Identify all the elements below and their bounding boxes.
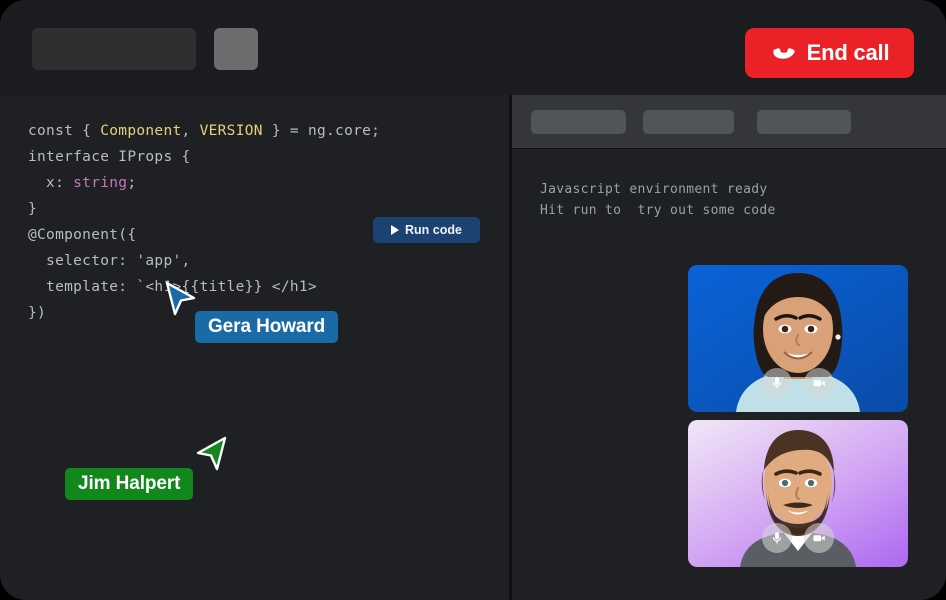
code-line: x: string; — [28, 175, 137, 191]
code-line: interface IProps { — [28, 149, 191, 165]
console-line: Javascript environment ready — [540, 182, 768, 197]
run-code-label: Run code — [405, 223, 462, 237]
camera-icon[interactable] — [804, 368, 834, 398]
video-tile-2-controls — [762, 523, 834, 553]
code-editor-pane[interactable]: const { Component, VERSION } = ng.core; i… — [0, 95, 509, 600]
tab-placeholder-1[interactable] — [531, 110, 626, 134]
tab-placeholder-3[interactable] — [757, 110, 851, 134]
code-line: selector: 'app', — [28, 253, 191, 269]
console-line: Hit run to try out some code — [540, 203, 776, 218]
camera-icon[interactable] — [804, 523, 834, 553]
app-window: End call const { Component, VERSION } = … — [0, 0, 946, 600]
toolbar-placeholder-wide[interactable] — [32, 28, 196, 70]
microphone-icon[interactable] — [762, 368, 792, 398]
phone-hangup-icon — [770, 45, 796, 61]
cursor-arrow-icon — [165, 281, 196, 316]
play-icon — [391, 225, 400, 235]
code-content[interactable]: const { Component, VERSION } = ng.core; i… — [28, 118, 380, 326]
console-output: Javascript environment ready Hit run to t… — [540, 179, 776, 221]
code-line: } — [28, 201, 38, 217]
toolbar-placeholder-small[interactable] — [214, 28, 258, 70]
code-line: const { Component, VERSION } = ng.core; — [28, 123, 381, 139]
preview-pane: Javascript environment ready Hit run to t… — [512, 95, 946, 600]
tab-placeholder-2[interactable] — [643, 110, 734, 134]
code-line: @Component({ — [28, 227, 137, 243]
cursor-label-gera-howard: Gera Howard — [195, 311, 339, 343]
video-tile-1-controls — [762, 368, 834, 398]
cursor-arrow-icon — [196, 436, 227, 471]
main-area: const { Component, VERSION } = ng.core; i… — [0, 95, 946, 600]
cursor-label-jim-halpert: Jim Halpert — [65, 468, 194, 500]
code-line: template: `<h1>{{title}} </h1> — [46, 279, 317, 295]
run-code-button[interactable]: Run code — [373, 217, 480, 243]
preview-tab-bar — [512, 95, 946, 149]
end-call-label: End call — [806, 40, 890, 65]
microphone-icon[interactable] — [762, 523, 792, 553]
top-bar: End call — [0, 0, 946, 95]
video-tile-2[interactable] — [688, 420, 908, 567]
end-call-button[interactable]: End call — [745, 28, 914, 78]
video-tile-1[interactable] — [688, 265, 908, 412]
